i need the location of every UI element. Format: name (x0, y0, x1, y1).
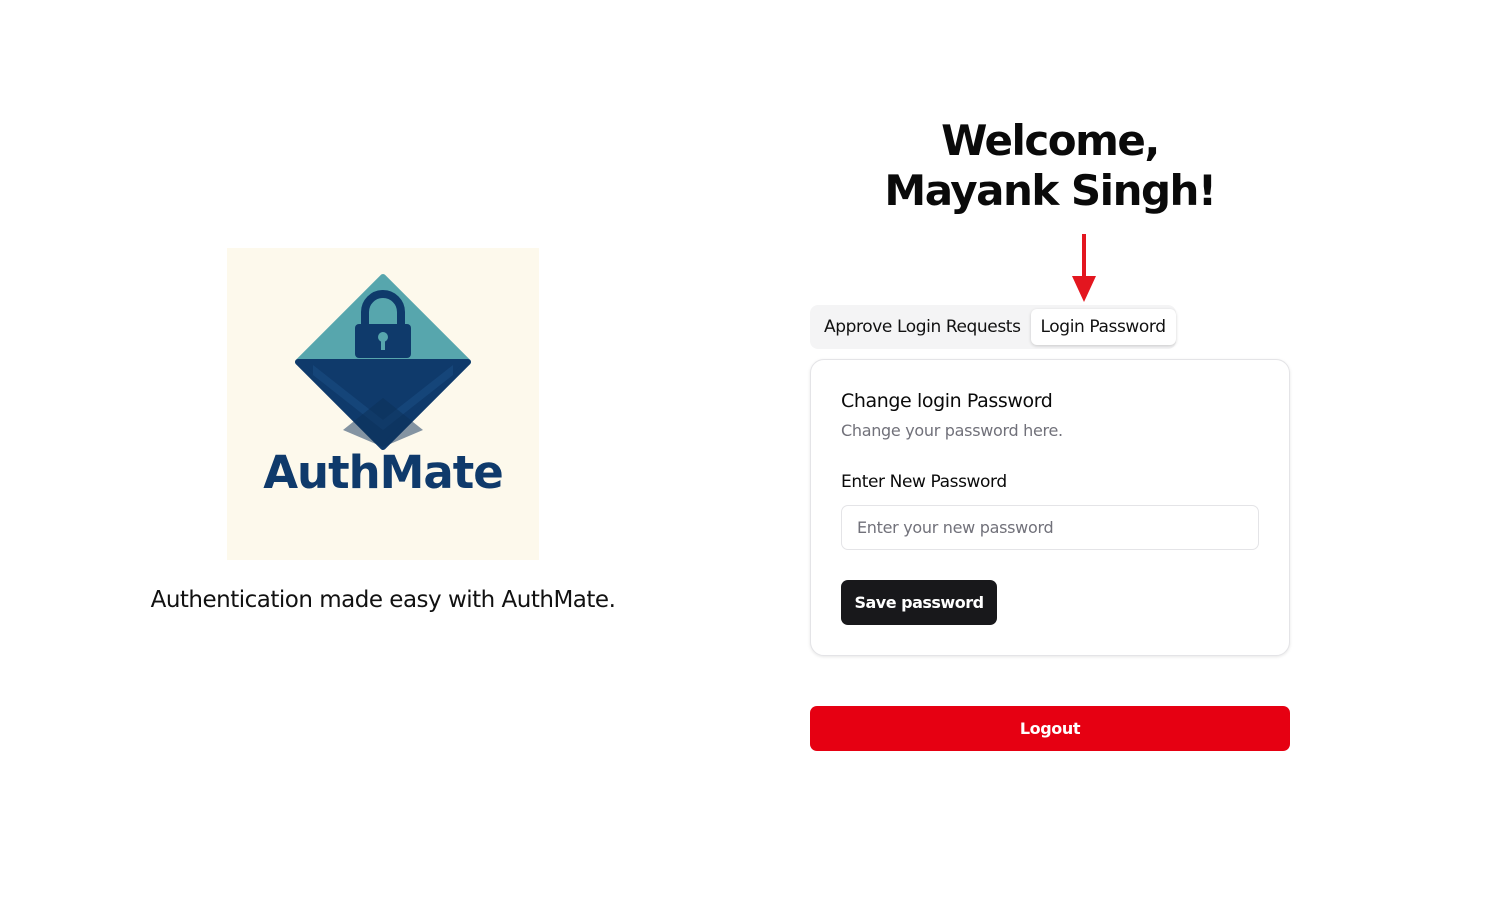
card-title: Change login Password (841, 390, 1053, 412)
arrow-down-icon (1072, 234, 1096, 302)
tab-login-password[interactable]: Login Password (1030, 309, 1176, 345)
tab-list: Approve Login Requests Login Password (810, 305, 1176, 349)
new-password-label: Enter New Password (841, 472, 1007, 492)
welcome-user-name: Mayank Singh! (884, 166, 1217, 215)
new-password-input[interactable] (841, 505, 1259, 550)
welcome-line: Welcome, (941, 116, 1160, 165)
tagline: Authentication made easy with AuthMate. (150, 587, 616, 613)
lock-diamond-logo (295, 274, 471, 450)
logo-wordmark: AuthMate (263, 446, 504, 499)
change-password-card: Change login Password Change your passwo… (810, 359, 1290, 656)
welcome-heading: Welcome, Mayank Singh! (810, 116, 1290, 216)
brand-logo: AuthMate (227, 248, 539, 560)
logout-button[interactable]: Logout (810, 706, 1290, 751)
page: AuthMate Authentication made easy with A… (0, 0, 1507, 897)
tab-approve-login-requests[interactable]: Approve Login Requests (814, 309, 1031, 345)
save-password-button[interactable]: Save password (841, 580, 997, 625)
card-description: Change your password here. (841, 421, 1063, 440)
